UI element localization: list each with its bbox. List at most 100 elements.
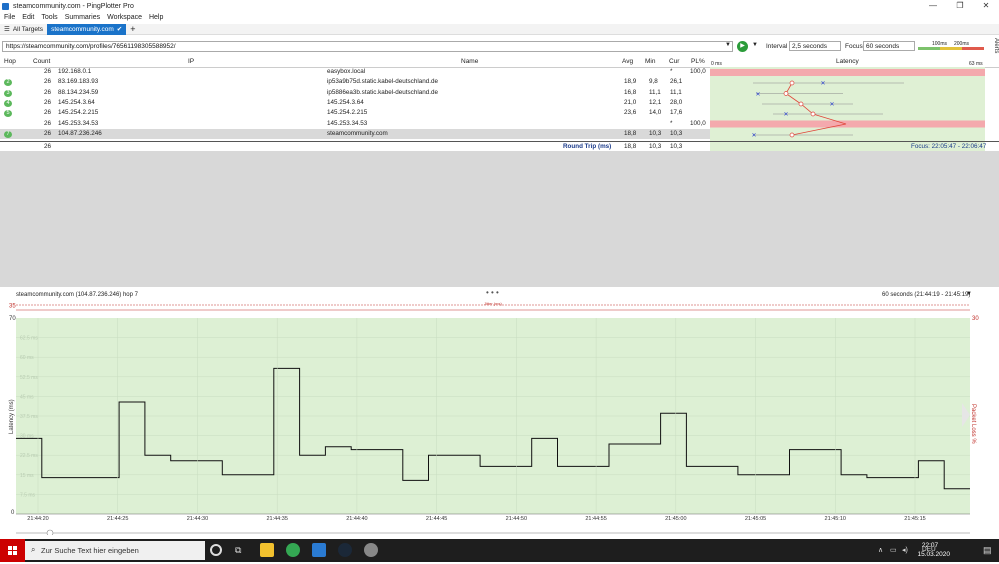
graph-dropdown-icon[interactable]: ▼ <box>966 291 972 297</box>
cell-min: 10,3 <box>649 129 662 137</box>
x-tick-label: 21:44:25 <box>107 516 128 522</box>
cur-marker: ✕ <box>820 81 825 87</box>
col-name[interactable]: Name <box>461 57 485 67</box>
summary-avg: 18,8 <box>624 143 637 150</box>
app-gear-icon[interactable] <box>364 543 378 557</box>
cell-avg: 21,0 <box>624 98 637 106</box>
x-tick-label: 21:44:50 <box>506 516 527 522</box>
menu-help[interactable]: Help <box>149 13 163 23</box>
x-tick-label: 21:45:15 <box>904 516 925 522</box>
y-grid-label: 7.5 ms <box>20 492 36 498</box>
cur-marker: ✕ <box>751 133 756 139</box>
x-tick-label: 21:44:55 <box>585 516 606 522</box>
cell-min: 14,0 <box>649 109 662 117</box>
col-hop[interactable]: Hop <box>4 57 24 67</box>
table-row[interactable]: 5 26 145.254.2.215 145.254.2.215 23,6 14,0 17,… <box>0 108 710 118</box>
focus-select[interactable]: 60 seconds <box>863 41 915 51</box>
start-button[interactable] <box>0 539 25 562</box>
interval-select[interactable]: 2,5 seconds <box>789 41 841 51</box>
menu-workspace[interactable]: Workspace <box>107 13 142 23</box>
cell-count: 26 <box>44 88 52 96</box>
table-row[interactable]: 26 192.168.0.1 easybox.local * 100,0 <box>0 67 710 77</box>
cell-ip: 83.169.183.93 <box>58 78 99 86</box>
check-icon: ✔ <box>116 25 123 33</box>
cell-cur: 11,1 <box>670 88 682 96</box>
col-count[interactable]: Count <box>33 57 55 67</box>
cell-count: 26 <box>44 109 52 117</box>
jitter-max-label: 35 <box>9 304 16 310</box>
network-icon[interactable]: ▭ <box>890 546 897 554</box>
y-grid-label: 62.5 ms <box>20 336 38 342</box>
pingplotter-icon[interactable] <box>312 543 326 557</box>
menu-bar: File Edit Tools Summaries Workspace Help <box>0 13 999 23</box>
x-tick-label: 21:45:00 <box>665 516 686 522</box>
tab-all-targets[interactable]: ☰ All Targets <box>0 24 47 35</box>
cell-ip: 145.254.3.64 <box>58 98 95 106</box>
file-explorer-icon[interactable] <box>260 543 274 557</box>
cell-name: 145.254.2.215 <box>327 109 368 117</box>
col-min[interactable]: Min <box>645 57 661 67</box>
x-tick-label: 21:45:10 <box>825 516 846 522</box>
clock-date: 15.03.2020 <box>917 551 950 558</box>
minimize-button[interactable]: — <box>920 0 946 12</box>
close-button[interactable]: ✕ <box>973 0 999 12</box>
address-dropdown-icon[interactable]: ▼ <box>725 42 731 48</box>
table-row[interactable]: 2 26 83.169.183.93 ip53a9b75d.static.kabel-… <box>0 77 710 87</box>
play-dropdown-icon[interactable]: ▼ <box>752 42 758 48</box>
col-cur[interactable]: Cur <box>669 57 685 67</box>
cell-count: 26 <box>44 98 52 106</box>
add-tab-button[interactable]: + <box>126 24 139 35</box>
alerts-tab[interactable]: Alerts <box>987 38 999 62</box>
app-icon <box>2 2 9 10</box>
notification-icon[interactable]: ▤ <box>983 545 992 556</box>
cell-min: 12,1 <box>649 98 662 106</box>
timeline-scroll-handle[interactable] <box>46 529 54 535</box>
cell-name: 145.253.34.53 <box>327 119 368 127</box>
table-row[interactable]: 4 26 145.254.3.64 145.254.3.64 21,0 12,1 28,0 <box>0 98 710 108</box>
menu-summaries[interactable]: Summaries <box>65 13 100 23</box>
y2-axis-label: Packet Loss % <box>970 404 976 444</box>
cell-avg: 18,9 <box>624 78 637 86</box>
tray-chevron-icon[interactable]: ∧ <box>878 546 883 554</box>
steam-icon[interactable] <box>338 543 352 557</box>
summary-focus-range: Focus: 22:05:47 - 22:06:47 <box>911 143 987 150</box>
cell-ip: 192.168.0.1 <box>58 68 92 75</box>
target-address-input[interactable]: https://steamcommunity.com/profiles/7656… <box>2 41 733 52</box>
menu-tools[interactable]: Tools <box>41 13 57 23</box>
col-pl[interactable]: PL% <box>691 57 709 67</box>
cell-count: 26 <box>44 68 52 75</box>
x-tick-label: 21:44:40 <box>346 516 367 522</box>
y-grid-label: 37.5 ms <box>20 414 38 420</box>
cell-cur: 28,0 <box>670 98 683 106</box>
col-ip[interactable]: IP <box>188 57 208 67</box>
table-row[interactable]: 7 26 104.87.236.246 steamcommunity.com 18,8 1… <box>0 128 710 140</box>
menu-edit[interactable]: Edit <box>22 13 34 23</box>
menu-file[interactable]: File <box>4 13 15 23</box>
col-avg[interactable]: Avg <box>622 57 638 67</box>
summary-label: Round Trip (ms) <box>563 143 612 150</box>
cell-count: 26 <box>44 129 52 137</box>
list-icon: ☰ <box>4 25 10 33</box>
hop-cell: 2 <box>4 77 12 87</box>
cell-ip: 145.253.34.53 <box>58 119 99 127</box>
play-icon[interactable]: ▶ <box>737 41 748 52</box>
cell-cur: 10,3 <box>670 129 683 137</box>
y-grid-label: 52.5 ms <box>20 375 38 381</box>
volume-icon[interactable]: ◂) <box>902 546 908 554</box>
task-view-icon[interactable]: ⧉ <box>235 545 241 556</box>
cell-name: steamcommunity.com <box>327 129 388 137</box>
chrome-icon[interactable] <box>286 543 300 557</box>
clock-time: 22:07 <box>921 542 939 549</box>
table-row[interactable]: 26 145.253.34.53 145.253.34.53 * 100,0 <box>0 119 710 129</box>
cortana-icon[interactable] <box>210 544 222 556</box>
y-tick-min: 0 <box>11 510 15 516</box>
hop-cell: 3 <box>4 88 12 98</box>
taskbar-search-input[interactable]: Zur Suche Text hier eingeben <box>25 541 205 560</box>
col-latency[interactable]: Latency <box>836 57 864 67</box>
tab-steamcommunity[interactable]: steamcommunity.com ✔ <box>47 23 127 35</box>
y-grid-label: 60 ms <box>20 355 34 361</box>
table-row[interactable]: 3 26 88.134.234.59 ip5886ea3b.static.kabel-… <box>0 88 710 98</box>
x-tick-label: 21:44:20 <box>27 516 48 522</box>
taskbar-clock[interactable]: 22:07 15.03.2020 <box>910 541 950 559</box>
maximize-button[interactable]: ❐ <box>947 0 973 12</box>
